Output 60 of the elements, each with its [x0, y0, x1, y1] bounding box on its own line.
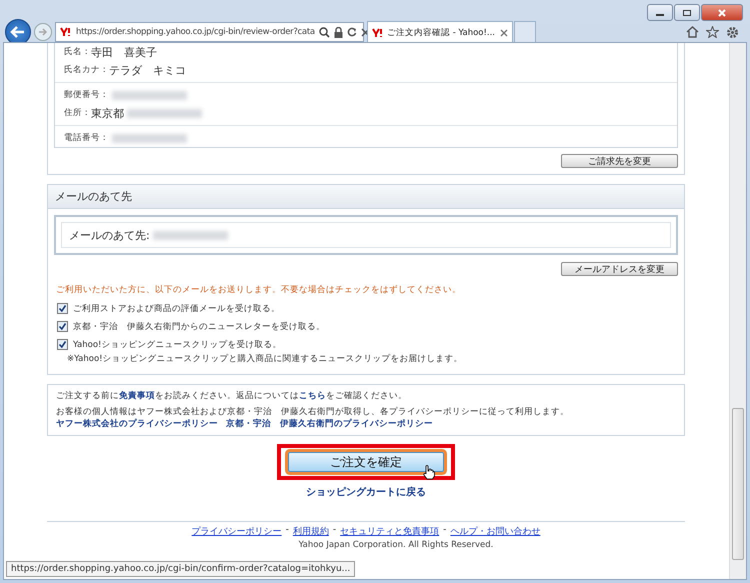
footer-link[interactable]: ヘルプ・お問い合わせ: [450, 525, 540, 538]
section-title: メールのあて先: [55, 189, 132, 204]
checkbox[interactable]: [57, 303, 68, 314]
back-to-cart-link[interactable]: ショッピングカートに戻る: [306, 485, 426, 499]
minimize-button[interactable]: [647, 4, 673, 21]
logo-icon: [60, 27, 72, 37]
scrollbar[interactable]: [729, 43, 746, 579]
field-label: 電話番号：: [64, 132, 109, 144]
logo-icon: [372, 28, 384, 38]
privacy-text: お客様の個人情報はヤフー株式会社および京都・宇治 伊藤久右衛門が取得し、各プライバシーポリシーに従って利用します。: [56, 406, 570, 418]
refresh-icon[interactable]: [346, 27, 357, 37]
star-icon[interactable]: [706, 26, 719, 38]
maximize-icon: [682, 8, 692, 16]
checkbox-label: 京都・宇治 伊藤久右衛門からのニュースレターを受け取る。: [73, 321, 325, 333]
close-button[interactable]: [701, 4, 743, 21]
field-value: 東京都: [91, 106, 124, 120]
change-email-button[interactable]: メールアドレスを変更: [561, 262, 678, 276]
home-icon[interactable]: [686, 26, 699, 38]
field-value: テラダ キミコ: [109, 62, 186, 78]
separator-text: -: [443, 525, 446, 537]
maximize-button[interactable]: [674, 4, 700, 21]
field-label: 氏名：: [64, 46, 91, 58]
footer-link[interactable]: 利用規約: [292, 525, 329, 538]
privacy-link[interactable]: ヤフー株式会社のプライバシーポリシー: [56, 418, 218, 430]
lock-icon: [334, 26, 343, 38]
address-bar[interactable]: https://order.shopping.yahoo.co.jp/cgi-bin/review-order?cata: [55, 22, 364, 42]
copyright-text: Yahoo Japan Corporation. All Rights Reserved.: [298, 540, 494, 550]
privacy-link[interactable]: 京都・宇治 伊藤久右衛門のプライバシーポリシー: [226, 418, 433, 430]
footer-link[interactable]: セキュリティと免責事項: [340, 525, 440, 538]
field-label: 郵便番号：: [64, 89, 109, 101]
mail-label: メールのあて先:: [69, 228, 150, 242]
close-icon: [717, 8, 727, 16]
checkbox[interactable]: [57, 321, 68, 332]
confirm-order-button[interactable]: ご注文を確定: [288, 452, 444, 472]
search-icon[interactable]: [318, 26, 330, 38]
field-label: 住所：: [64, 107, 91, 119]
checkbox-label: ご利用ストアおよび商品の評価メールを受け取る。: [73, 303, 280, 315]
close-icon[interactable]: [500, 28, 508, 36]
checkbox-label: Yahoo!ショッピングニュースクリップを受け取る。: [73, 339, 282, 351]
footer-link[interactable]: プライバシーポリシー: [192, 525, 282, 538]
status-url-tooltip: https://order.shopping.yahoo.co.jp/cgi-bin/confirm-order?catalog=itohkyu...: [6, 561, 356, 577]
change-billing-button[interactable]: ご請求先を変更: [561, 154, 678, 168]
text-link[interactable]: 免責事項: [119, 391, 155, 401]
scrollbar-thumb[interactable]: [732, 408, 744, 560]
tab-title: ご注文内容確認 - Yahoo!...: [387, 26, 496, 38]
stop-icon[interactable]: [360, 28, 370, 36]
url-text: https://order.shopping.yahoo.co.jp/cgi-bin/review-order?cata: [76, 27, 315, 37]
text-link[interactable]: こちら: [299, 391, 326, 401]
notice-text: ご利用いただいた方に、以下のメールをお送りします。不要な場合はチェックをはずしてください。: [55, 284, 462, 297]
separator-text: -: [332, 525, 336, 537]
checkbox[interactable]: [57, 339, 68, 350]
separator-text: -: [286, 525, 289, 537]
field-value: 寺田 喜美子: [91, 44, 157, 60]
checkbox-note: ※Yahoo!ショッピングニュースクリップと購入商品に関連するニュースクリップをお届けします。: [67, 353, 463, 365]
settings-icon[interactable]: [726, 26, 739, 38]
disclaimer-text: ご注文する前に免責事項をお読みください。返品についてはこちら をご確認ください。: [56, 390, 408, 402]
field-label: 氏名カナ：: [64, 64, 109, 76]
browser-tab[interactable]: ご注文内容確認 - Yahoo!...: [367, 21, 513, 43]
forward-arrow-icon: [38, 27, 48, 37]
back-arrow-icon: [10, 25, 26, 39]
